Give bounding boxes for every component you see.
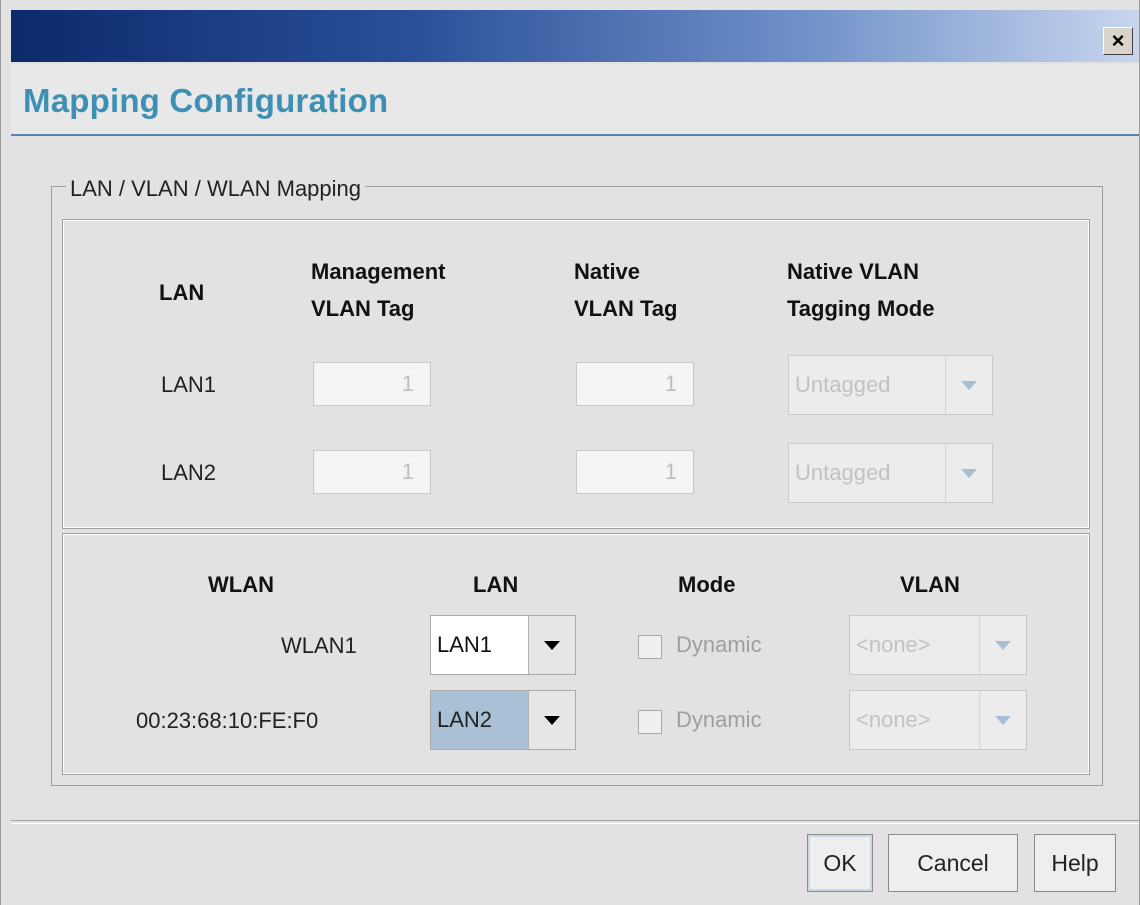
wlan2-dynamic-label: Dynamic	[676, 707, 762, 732]
cancel-button[interactable]: Cancel	[888, 834, 1018, 892]
lan1-mgmt-vlan-field[interactable]: 1	[313, 362, 431, 406]
mapping-dialog: × Mapping Configuration LAN / VLAN / WLA…	[0, 0, 1140, 905]
lan1-tagging-mode-select[interactable]: Untagged	[788, 355, 993, 415]
header-lan: LAN	[159, 280, 205, 305]
lan2-mgmt-vlan-field[interactable]: 1	[313, 450, 431, 494]
wlan1-lan-select[interactable]: LAN1	[430, 615, 576, 675]
title-bar[interactable]: ×	[11, 10, 1139, 62]
wlan2-dynamic-checkbox[interactable]	[638, 710, 662, 734]
header-mgmt-line1: Management	[311, 259, 446, 284]
chevron-down-icon[interactable]	[528, 691, 575, 749]
header-mgmt-line2: VLAN Tag	[311, 296, 415, 321]
lan1-native-vlan-field[interactable]: 1	[576, 362, 694, 406]
wlan1-dynamic-label: Dynamic	[676, 632, 762, 657]
close-button[interactable]: ×	[1103, 27, 1133, 55]
wlan2-label: 00:23:68:10:FE:F0	[136, 708, 319, 733]
header-tagging-line2: Tagging Mode	[787, 296, 935, 321]
page-title: Mapping Configuration	[23, 82, 389, 119]
header-wlan-lan: LAN	[473, 572, 519, 597]
wlan2-lan-value: LAN2	[431, 691, 528, 749]
wlan1-dynamic-checkbox[interactable]	[638, 635, 662, 659]
lan2-tagging-mode-select[interactable]: Untagged	[788, 443, 993, 503]
chevron-down-icon[interactable]	[945, 444, 992, 502]
close-icon: ×	[1111, 28, 1125, 53]
header-native-line2: VLAN Tag	[574, 296, 678, 321]
header-tagging-line1: Native VLAN	[787, 259, 920, 284]
lan1-tagging-mode-value: Untagged	[795, 372, 891, 397]
lan2-native-vlan-field[interactable]: 1	[576, 450, 694, 494]
wlan1-lan-value: LAN1	[437, 632, 493, 657]
lan2-tagging-mode-value: Untagged	[795, 460, 891, 485]
ok-button[interactable]: OK	[807, 834, 873, 892]
header-vlan: VLAN	[900, 572, 960, 597]
wlan2-vlan-select[interactable]: <none>	[849, 690, 1027, 750]
row-lan2-label: LAN2	[161, 460, 217, 485]
chevron-down-icon[interactable]	[528, 616, 575, 674]
wlan1-vlan-value: <none>	[856, 632, 931, 657]
header-mode: Mode	[678, 572, 736, 597]
chevron-down-icon[interactable]	[979, 616, 1026, 674]
wlan1-vlan-select[interactable]: <none>	[849, 615, 1027, 675]
header-wlan: WLAN	[208, 572, 274, 597]
chevron-down-icon[interactable]	[945, 356, 992, 414]
header-native-line1: Native	[574, 259, 641, 284]
help-button[interactable]: Help	[1034, 834, 1116, 892]
row-lan1-label: LAN1	[161, 372, 217, 397]
wlan1-label: WLAN1	[281, 633, 357, 658]
footer-divider	[11, 820, 1139, 824]
group-legend: LAN / VLAN / WLAN Mapping	[66, 176, 366, 202]
chevron-down-icon[interactable]	[979, 691, 1026, 749]
wlan2-lan-select[interactable]: LAN2	[430, 690, 576, 750]
wlan2-vlan-value: <none>	[856, 707, 931, 732]
